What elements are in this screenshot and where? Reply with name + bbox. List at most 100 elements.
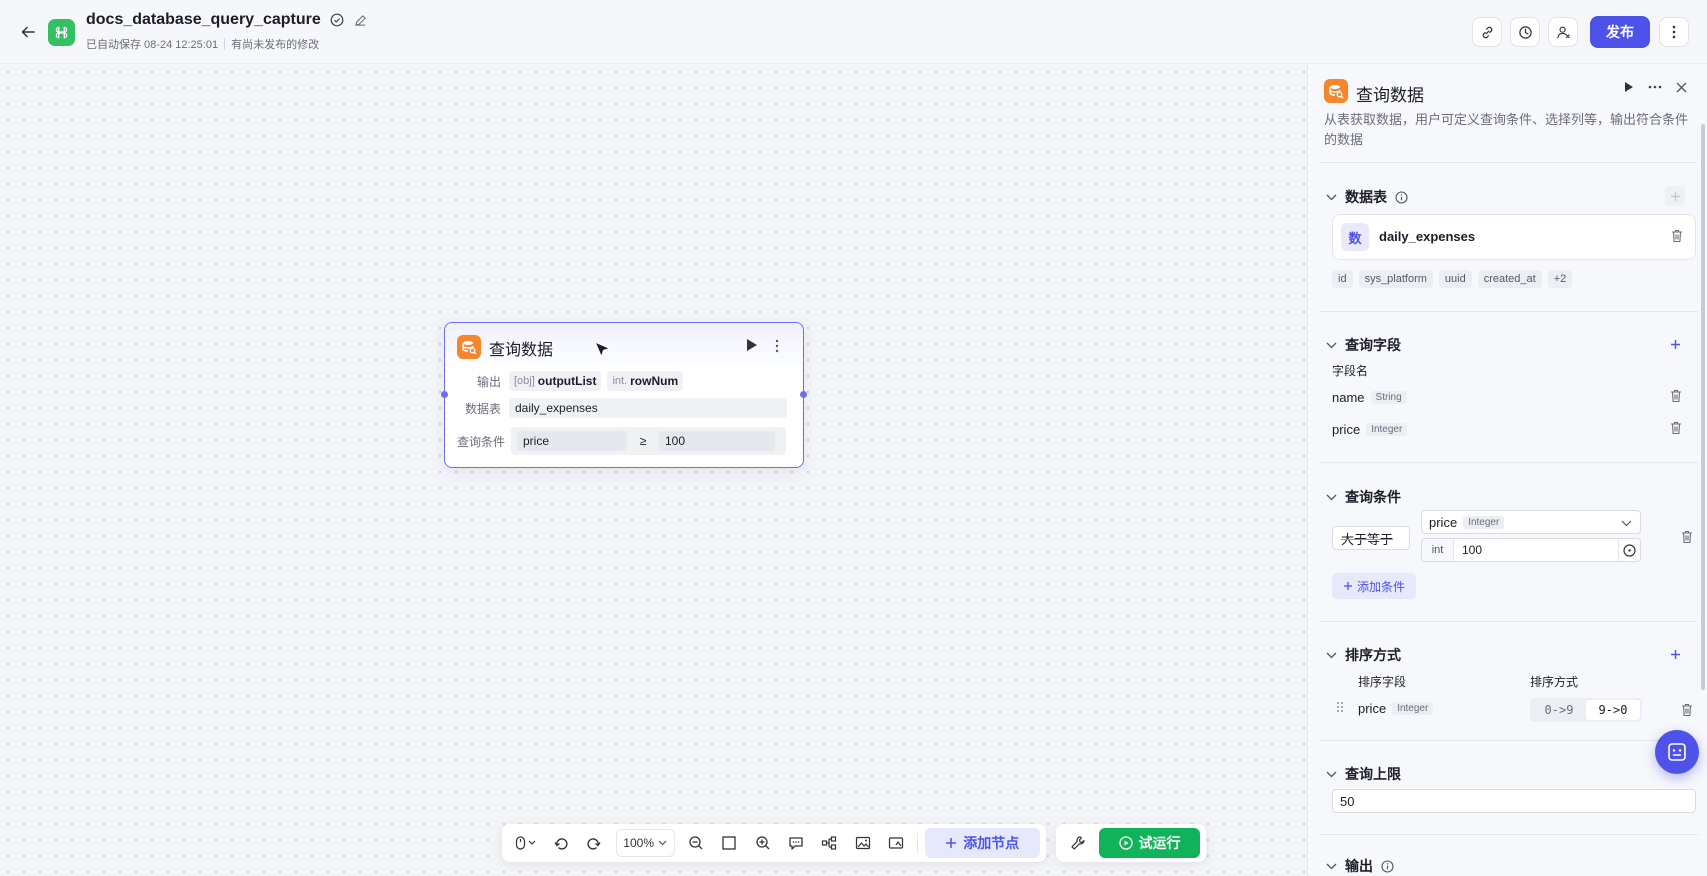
drag-handle-icon[interactable]	[1336, 701, 1344, 716]
node-run-play-icon[interactable]	[745, 337, 761, 355]
selected-table-card[interactable]: 数 daily_expenses	[1332, 214, 1696, 260]
auto-layout-icon[interactable]	[814, 829, 845, 857]
limit-input[interactable]: 50	[1332, 789, 1696, 813]
section-sort-header[interactable]: 排序方式	[1326, 645, 1401, 665]
output-type-prefix: int.	[612, 375, 628, 387]
section-conditions-title: 查询条件	[1345, 489, 1401, 505]
plus-icon	[1343, 582, 1352, 590]
node-table-label: 数据表	[464, 401, 501, 416]
plus-icon	[1670, 649, 1680, 659]
field-name: name	[1332, 390, 1365, 405]
more-columns-chip[interactable]: +2	[1547, 270, 1573, 288]
section-divider	[1320, 311, 1698, 312]
condition-value[interactable]: 100	[1454, 543, 1618, 557]
section-divider	[1320, 162, 1698, 163]
section-conditions-header[interactable]: 查询条件	[1326, 487, 1401, 507]
add-field-button[interactable]	[1665, 334, 1685, 354]
section-divider	[1320, 462, 1698, 463]
condition-field-select[interactable]: price Integer	[1421, 510, 1641, 534]
history-clock-icon[interactable]	[1510, 17, 1540, 47]
field-row: name String	[1332, 389, 1696, 406]
sort-field-type: Integer	[1392, 702, 1434, 715]
run-play-icon[interactable]	[1624, 81, 1634, 93]
panel-scrollbar[interactable]	[1701, 124, 1705, 690]
field-row: price Integer	[1332, 421, 1696, 438]
table-column-chips: id sys_platform uuid created_at +2	[1332, 270, 1573, 288]
output-type-prefix: [obj]	[514, 375, 535, 387]
trash-icon[interactable]	[1681, 530, 1693, 549]
collaborator-icon[interactable]	[1548, 17, 1578, 47]
trial-run-button[interactable]: 试运行	[1099, 828, 1200, 858]
database-icon	[457, 335, 481, 359]
plus-icon	[1670, 191, 1680, 201]
workflow-canvas[interactable]	[0, 64, 1307, 876]
undo-icon[interactable]	[545, 829, 576, 857]
variable-reference-icon[interactable]	[1618, 539, 1640, 561]
section-fields-header[interactable]: 查询字段	[1326, 335, 1401, 355]
add-node-button[interactable]: 添加节点	[924, 828, 1040, 858]
minimap-image-icon[interactable]	[847, 829, 878, 857]
chevron-down-icon	[1326, 863, 1337, 869]
redo-icon[interactable]	[579, 829, 610, 857]
output-tag: [obj] outputList	[509, 371, 602, 391]
bot-face-icon	[1668, 743, 1686, 761]
node-condition-value: 100	[659, 431, 775, 451]
chevron-down-icon	[1326, 494, 1337, 500]
node-condition-row: 查询条件 price ≥ 100	[455, 427, 786, 455]
close-icon[interactable]	[1676, 82, 1687, 93]
sort-asc-option[interactable]: 0->9	[1532, 700, 1586, 720]
sort-field-name: price	[1358, 701, 1387, 716]
query-data-node[interactable]: 查询数据 输出 [obj] outputList int. rowNum 数据表…	[441, 322, 807, 468]
chevron-down-icon	[658, 840, 667, 846]
section-output-header[interactable]: 输出	[1326, 856, 1394, 876]
field-name-header: 字段名	[1332, 364, 1369, 378]
node-condition-operator: ≥	[639, 434, 647, 448]
trash-icon[interactable]	[1671, 229, 1683, 248]
add-condition-button[interactable]: 添加条件	[1332, 573, 1416, 599]
zoom-select[interactable]: 100%	[615, 829, 675, 857]
section-limit-header[interactable]: 查询上限	[1326, 764, 1401, 784]
back-arrow-icon[interactable]	[16, 20, 40, 44]
trash-icon[interactable]	[1670, 421, 1682, 438]
add-sort-button[interactable]	[1665, 644, 1685, 664]
sort-field-header: 排序字段	[1358, 675, 1407, 689]
edit-pencil-icon[interactable]	[353, 12, 369, 28]
save-status: 已自动保存 08-24 12:25:01 有尚未发布的修改	[86, 36, 319, 52]
comment-icon[interactable]	[780, 829, 811, 857]
node-more-icon[interactable]	[772, 337, 782, 355]
publish-button[interactable]: 发布	[1590, 16, 1650, 48]
wrench-icon[interactable]	[1062, 829, 1093, 857]
assistant-bot-button[interactable]	[1655, 730, 1699, 774]
condition-operator-select[interactable]: 大于等于	[1332, 526, 1410, 550]
column-chip: id	[1332, 270, 1353, 288]
zoom-in-icon[interactable]	[747, 829, 778, 857]
condition-field-type: Integer	[1463, 515, 1505, 529]
node-condition-label: 查询条件	[456, 434, 505, 449]
autosave-text: 已自动保存 08-24 12:25:01	[86, 39, 219, 51]
node-table-value: daily_expenses	[509, 398, 787, 418]
panel-actions	[1624, 81, 1687, 93]
more-options-icon[interactable]	[1659, 17, 1689, 47]
more-horizontal-icon[interactable]	[1648, 85, 1662, 89]
panel-title: 查询数据	[1356, 86, 1424, 105]
link-icon[interactable]	[1472, 17, 1502, 47]
input-port[interactable]	[441, 391, 448, 398]
play-circle-icon	[1118, 836, 1133, 850]
zoom-out-icon[interactable]	[681, 829, 712, 857]
workflow-logo-icon	[48, 19, 75, 46]
unpublished-text: 有尚未发布的修改	[231, 39, 320, 51]
section-limit-title: 查询上限	[1345, 766, 1401, 782]
screenshot-icon[interactable]	[880, 829, 911, 857]
table-name: daily_expenses	[1379, 229, 1476, 244]
sort-desc-option[interactable]: 9->0	[1586, 700, 1640, 720]
condition-value-input[interactable]: int 100	[1421, 538, 1641, 562]
mouse-mode-icon[interactable]	[508, 829, 543, 857]
zoom-value: 100%	[623, 836, 654, 850]
workflow-title: docs_database_query_capture	[86, 11, 369, 29]
output-port[interactable]	[800, 391, 807, 398]
add-table-button[interactable]	[1665, 186, 1685, 206]
trash-icon[interactable]	[1670, 389, 1682, 406]
section-table-header[interactable]: 数据表	[1326, 187, 1408, 207]
trash-icon[interactable]	[1681, 703, 1693, 722]
fit-view-icon[interactable]	[714, 829, 745, 857]
